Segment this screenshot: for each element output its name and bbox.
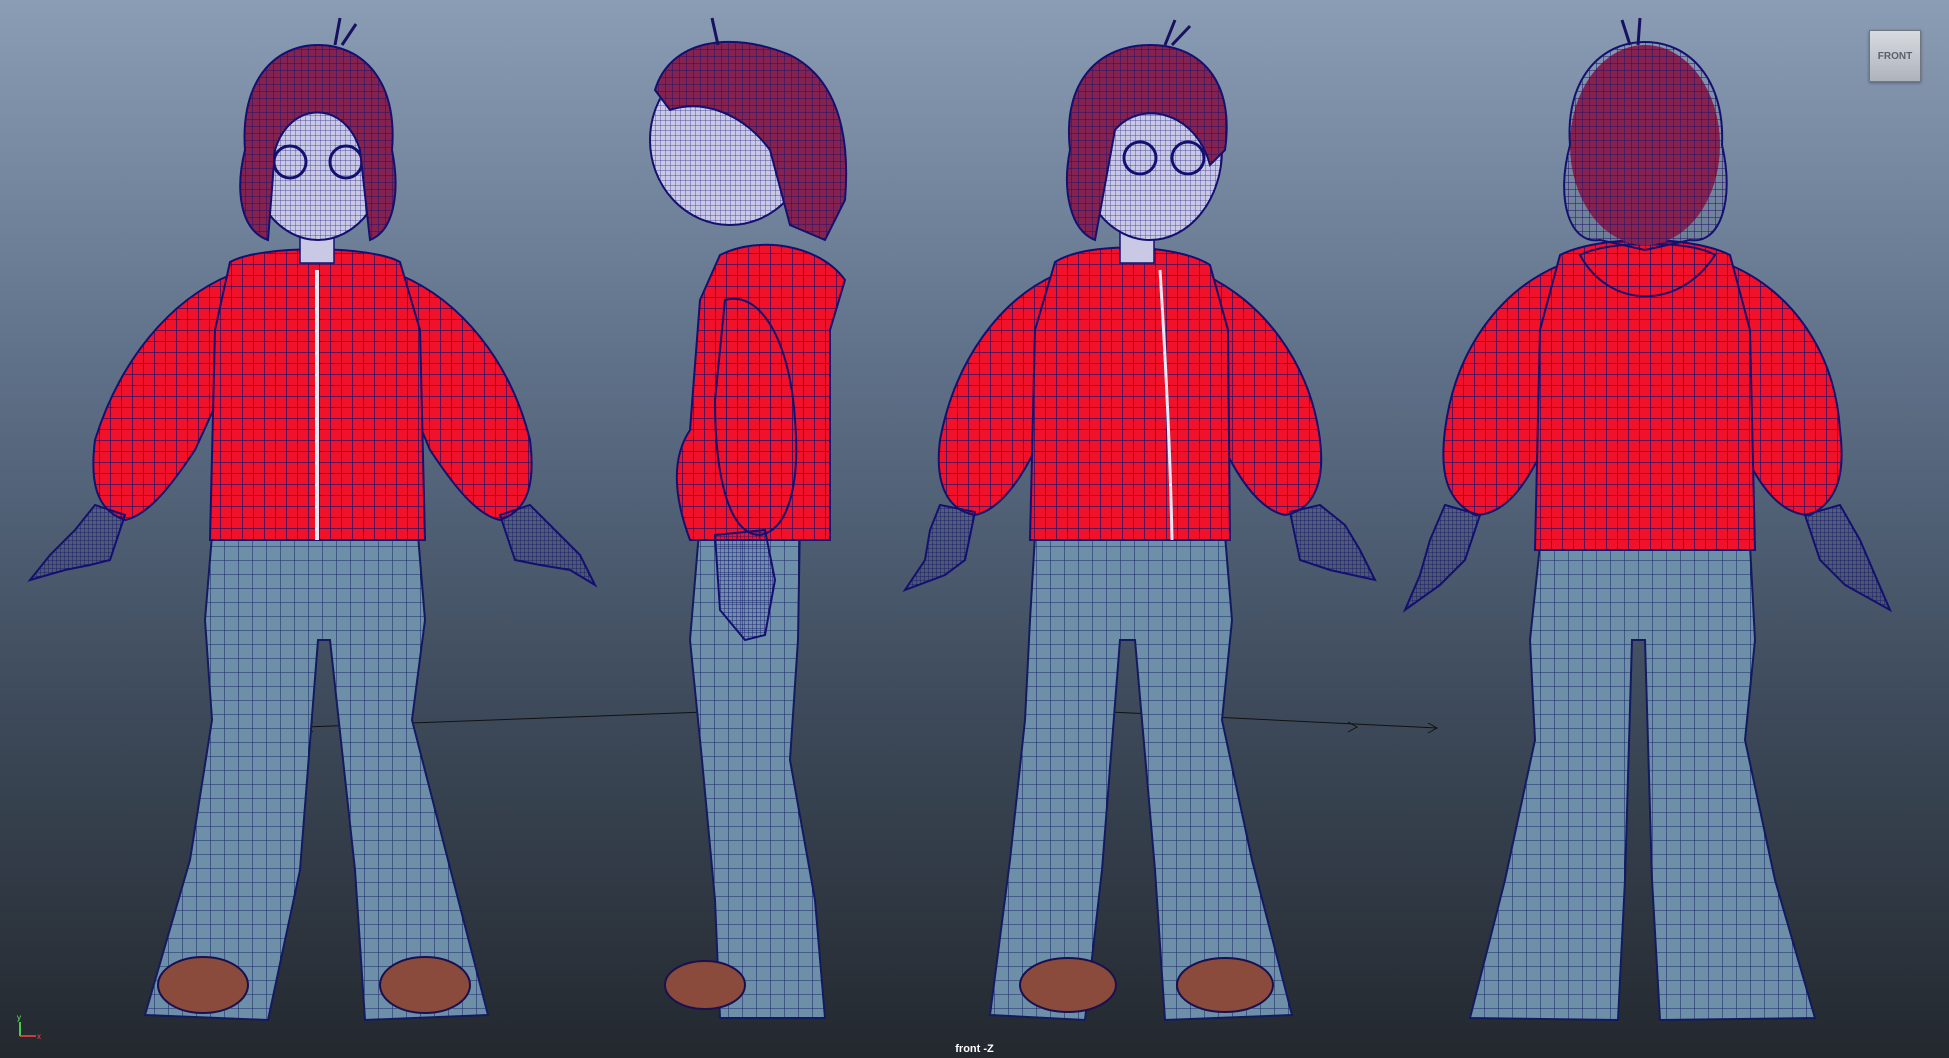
- shoe-left: [1019, 957, 1117, 1013]
- character-scene: [27, 17, 1893, 1022]
- character-back-view[interactable]: [1402, 17, 1893, 1022]
- character-side-view[interactable]: [649, 17, 848, 1019]
- shoe-right: [379, 956, 471, 1014]
- hand-left: [1402, 503, 1482, 613]
- character-front-view[interactable]: [27, 17, 598, 1022]
- hand-left: [27, 503, 127, 582]
- shoe-left: [157, 956, 249, 1014]
- maya-viewport[interactable]: FRONT y x front -Z: [0, 0, 1949, 1058]
- hand-right: [498, 503, 598, 588]
- camera-label: front -Z: [955, 1043, 994, 1055]
- axis-y-label: y: [17, 1013, 21, 1022]
- axis-x-label: x: [37, 1032, 41, 1041]
- shoe-right: [1176, 957, 1274, 1013]
- shoe: [664, 960, 746, 1010]
- character-three-quarter-view[interactable]: [902, 19, 1377, 1022]
- hand-right: [1803, 503, 1893, 613]
- view-cube-front[interactable]: FRONT: [1869, 30, 1921, 82]
- hand-left: [902, 503, 977, 593]
- axis-gizmo: y x: [17, 1013, 41, 1041]
- hand-right: [1288, 503, 1377, 582]
